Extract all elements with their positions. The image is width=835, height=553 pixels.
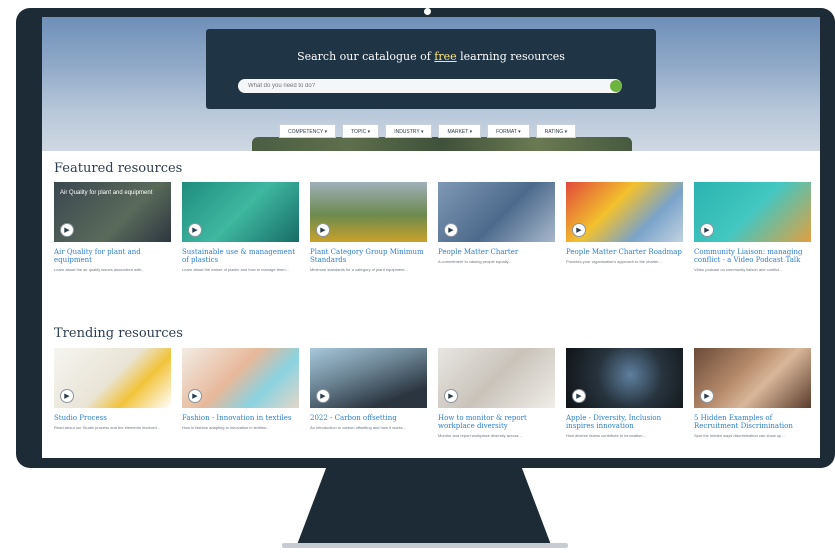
card-thumbnail[interactable]: ▶ [310,182,427,242]
trending-card[interactable]: ▶ How to monitor & report workplace dive… [438,348,555,438]
card-description: Monitor and report workplace diversity a… [438,433,522,438]
card-title[interactable]: Plant Category Group Minimum Standards [310,248,427,264]
search-button[interactable] [610,80,622,92]
trending-card[interactable]: ▶ 2022 - Carbon offsetting An introducti… [310,348,427,438]
card-title[interactable]: Fashion - Innovation in textiles [182,414,299,422]
video-icon: ▶ [700,389,714,403]
video-icon: ▶ [444,389,458,403]
search-panel: Search our catalogue of free learning re… [206,29,656,109]
card-description: Minimum standards for a category of plan… [310,267,408,272]
card-thumbnail[interactable]: ▶ [54,348,171,408]
card-description: A commitment to valuing people equally..… [438,259,512,264]
card-description: An introduction to carbon offsetting and… [310,425,406,430]
filter-competency[interactable]: COMPETENCY ▾ [279,124,337,138]
card-description: Video podcast on community liaison and c… [694,267,783,272]
card-thumbnail[interactable]: ▶ [566,182,683,242]
trending-title: Trending resources [54,326,183,341]
video-icon: ▶ [572,223,586,237]
card-title[interactable]: People Matter Charter Roadmap [566,248,683,256]
trending-row: ▶ Studio Process Read about our Studio p… [54,348,820,438]
card-description: How is fashion adapting to innovation in… [182,425,270,430]
video-icon: ▶ [188,223,202,237]
card-description: Learn about the nature of plastic and ho… [182,267,289,272]
card-title[interactable]: Apple - Diversity, Inclusion inspires in… [566,414,683,430]
featured-card[interactable]: ▶ People Matter Charter A commitment to … [438,182,555,272]
video-icon: ▶ [316,223,330,237]
card-overlay-text: Air Quality for plant and equipment [60,190,153,196]
card-description: How diverse teams contribute to innovati… [566,433,646,438]
video-icon: ▶ [700,223,714,237]
card-thumbnail[interactable]: Air Quality for plant and equipment ▶ [54,182,171,242]
featured-title: Featured resources [54,161,183,176]
featured-row: Air Quality for plant and equipment ▶ Ai… [54,182,820,272]
card-thumbnail[interactable]: ▶ [694,182,811,242]
search-title-before: Search our catalogue of [297,50,431,63]
featured-card[interactable]: ▶ Sustainable use & management of plasti… [182,182,299,272]
monitor-stand-base [282,543,568,548]
card-thumbnail[interactable]: ▶ [182,348,299,408]
card-thumbnail[interactable]: ▶ [566,348,683,408]
card-description: Spot the hidden ways discrimination can … [694,433,785,438]
card-title[interactable]: People Matter Charter [438,248,555,256]
screen: Search our catalogue of free learning re… [42,17,820,458]
card-title[interactable]: 5 Hidden Examples of Recruitment Discrim… [694,414,811,430]
video-icon: ▶ [444,223,458,237]
filter-market[interactable]: MARKET ▾ [438,124,482,138]
card-title[interactable]: Studio Process [54,414,171,422]
card-description: Provides your organisation's approach to… [566,259,662,264]
camera-dot [424,8,431,15]
filter-rating[interactable]: RATING ▾ [535,124,577,138]
video-icon: ▶ [572,389,586,403]
card-description: Learn about the air quality issues assoc… [54,267,145,272]
trending-card[interactable]: ▶ Studio Process Read about our Studio p… [54,348,171,438]
monitor-stand [296,468,552,547]
card-thumbnail[interactable]: ▶ [438,348,555,408]
card-description: Read about our Studio process and the el… [54,425,161,430]
card-title[interactable]: How to monitor & report workplace divers… [438,414,555,430]
card-thumbnail[interactable]: ▶ [438,182,555,242]
video-icon: ▶ [60,223,74,237]
filter-bar: COMPETENCY ▾ TOPIC ▾ INDUSTRY ▾ MARKET ▾… [279,124,577,138]
video-icon: ▶ [60,389,74,403]
trending-card[interactable]: ▶ Apple - Diversity, Inclusion inspires … [566,348,683,438]
video-icon: ▶ [188,389,202,403]
card-title[interactable]: Community Liaison: managing conflict - a… [694,248,811,264]
featured-card[interactable]: ▶ Community Liaison: managing conflict -… [694,182,811,272]
search-title: Search our catalogue of free learning re… [206,50,656,63]
filter-industry[interactable]: INDUSTRY ▾ [385,124,433,138]
featured-card[interactable]: Air Quality for plant and equipment ▶ Ai… [54,182,171,272]
card-title[interactable]: Air Quality for plant and equipment [54,248,171,264]
search-title-emph[interactable]: free [434,50,456,63]
card-thumbnail[interactable]: ▶ [310,348,427,408]
hero-banner: Search our catalogue of free learning re… [42,17,820,151]
featured-card[interactable]: ▶ People Matter Charter Roadmap Provides… [566,182,683,272]
card-title[interactable]: Sustainable use & management of plastics [182,248,299,264]
search-input[interactable] [238,79,622,93]
trending-card[interactable]: ▶ Fashion - Innovation in textiles How i… [182,348,299,438]
hero-trees [252,137,632,151]
filter-topic[interactable]: TOPIC ▾ [342,124,380,138]
card-thumbnail[interactable]: ▶ [694,348,811,408]
card-title[interactable]: 2022 - Carbon offsetting [310,414,427,422]
card-thumbnail[interactable]: ▶ [182,182,299,242]
featured-card[interactable]: ▶ Plant Category Group Minimum Standards… [310,182,427,272]
filter-format[interactable]: FORMAT ▾ [487,124,530,138]
search-title-after: learning resources [460,50,565,63]
trending-card[interactable]: ▶ 5 Hidden Examples of Recruitment Discr… [694,348,811,438]
video-icon: ▶ [316,389,330,403]
